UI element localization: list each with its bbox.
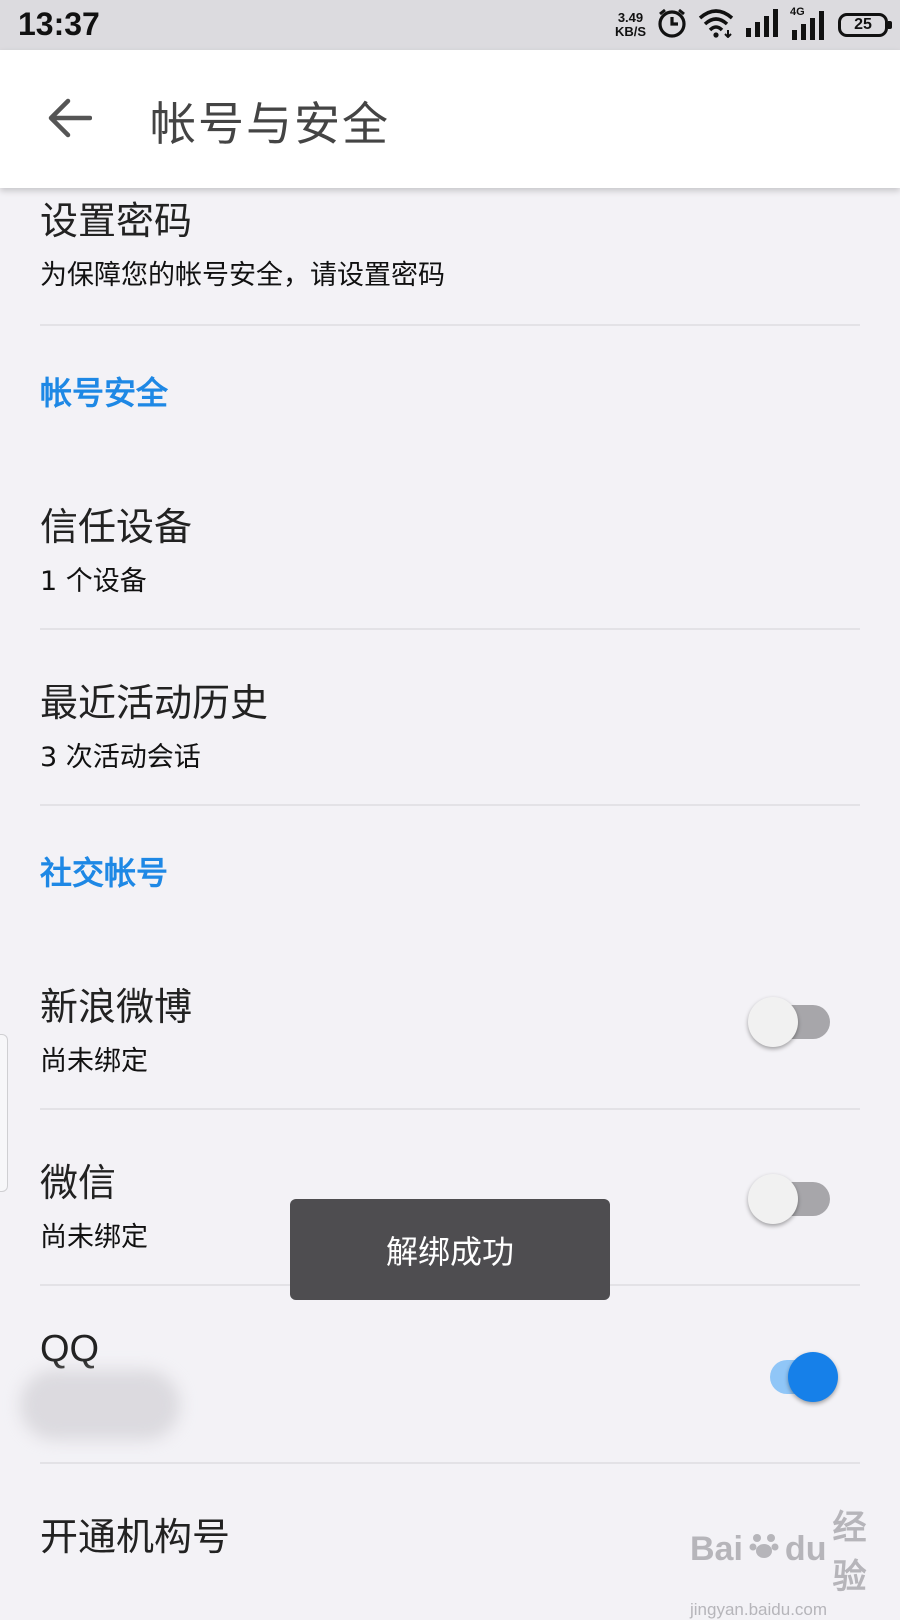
watermark-brand: Bai du 经验: [690, 1500, 900, 1598]
weibo-subtitle: 尚未绑定: [40, 1046, 148, 1077]
toast-message: 解绑成功: [290, 1199, 610, 1300]
weibo-toggle[interactable]: [748, 990, 838, 1050]
arrow-left-icon: [48, 98, 93, 142]
activity-history-title: 最近活动历史: [40, 681, 269, 725]
status-icons: 3.49 KB/S 4G 25: [615, 6, 892, 43]
set-password-title: 设置密码: [40, 199, 193, 243]
toggle-knob: [748, 997, 798, 1047]
watermark-brand-right: du: [784, 1529, 827, 1568]
wechat-toggle[interactable]: [748, 1167, 838, 1227]
toggle-knob: [788, 1352, 838, 1402]
divider: [40, 324, 860, 326]
app-bar: 帐号与安全: [0, 50, 900, 188]
paw-icon: [749, 1530, 779, 1569]
divider: [40, 1462, 860, 1464]
network-speed: 3.49 KB/S: [615, 11, 646, 39]
watermark-brand-left: Bai: [690, 1529, 743, 1568]
edge-drawer-handle[interactable]: [0, 1034, 8, 1192]
section-header-social-accounts: 社交帐号: [40, 854, 169, 892]
qq-toggle[interactable]: [750, 1345, 840, 1405]
weibo-title: 新浪微博: [40, 985, 193, 1029]
qq-title: QQ: [40, 1328, 100, 1370]
back-button[interactable]: [40, 90, 100, 150]
activity-history-item[interactable]: 最近活动历史 3 次活动会话: [40, 672, 860, 774]
divider: [40, 628, 860, 630]
section-header-account-security: 帐号安全: [40, 374, 169, 412]
signal-icon: [744, 9, 780, 41]
page-title: 帐号与安全: [150, 97, 390, 151]
set-password-subtitle: 为保障您的帐号安全，请设置密码: [40, 260, 445, 291]
mobile-signal-icon: 4G: [790, 6, 828, 40]
divider: [40, 1108, 860, 1110]
network-speed-unit: KB/S: [614, 24, 646, 39]
trusted-devices-item[interactable]: 信任设备 1 个设备: [40, 496, 860, 598]
trusted-devices-subtitle: 1 个设备: [40, 566, 147, 597]
watermark-brand-suffix: 经验: [832, 1509, 867, 1596]
trusted-devices-title: 信任设备: [40, 505, 193, 549]
weibo-item[interactable]: 新浪微博 尚未绑定: [40, 976, 860, 1078]
alarm-icon: [656, 7, 688, 43]
status-time: 13:37: [18, 6, 100, 42]
activity-history-subtitle: 3 次活动会话: [40, 742, 201, 773]
network-speed-value: 3.49: [617, 10, 644, 25]
set-password-item[interactable]: 设置密码 为保障您的帐号安全，请设置密码: [40, 190, 860, 292]
blurred-account-name: [20, 1370, 180, 1440]
qq-item[interactable]: QQ: [40, 1328, 860, 1371]
battery-indicator: 25: [838, 13, 892, 37]
wifi-icon: [698, 8, 734, 42]
status-bar: 13:37 3.49 KB/S 4G 25: [0, 0, 900, 50]
toggle-knob: [748, 1174, 798, 1224]
divider: [40, 804, 860, 806]
watermark-url: jingyan.baidu.com: [690, 1600, 828, 1619]
watermark: Bai du 经验 jingyan.baidu.com: [690, 1500, 900, 1620]
